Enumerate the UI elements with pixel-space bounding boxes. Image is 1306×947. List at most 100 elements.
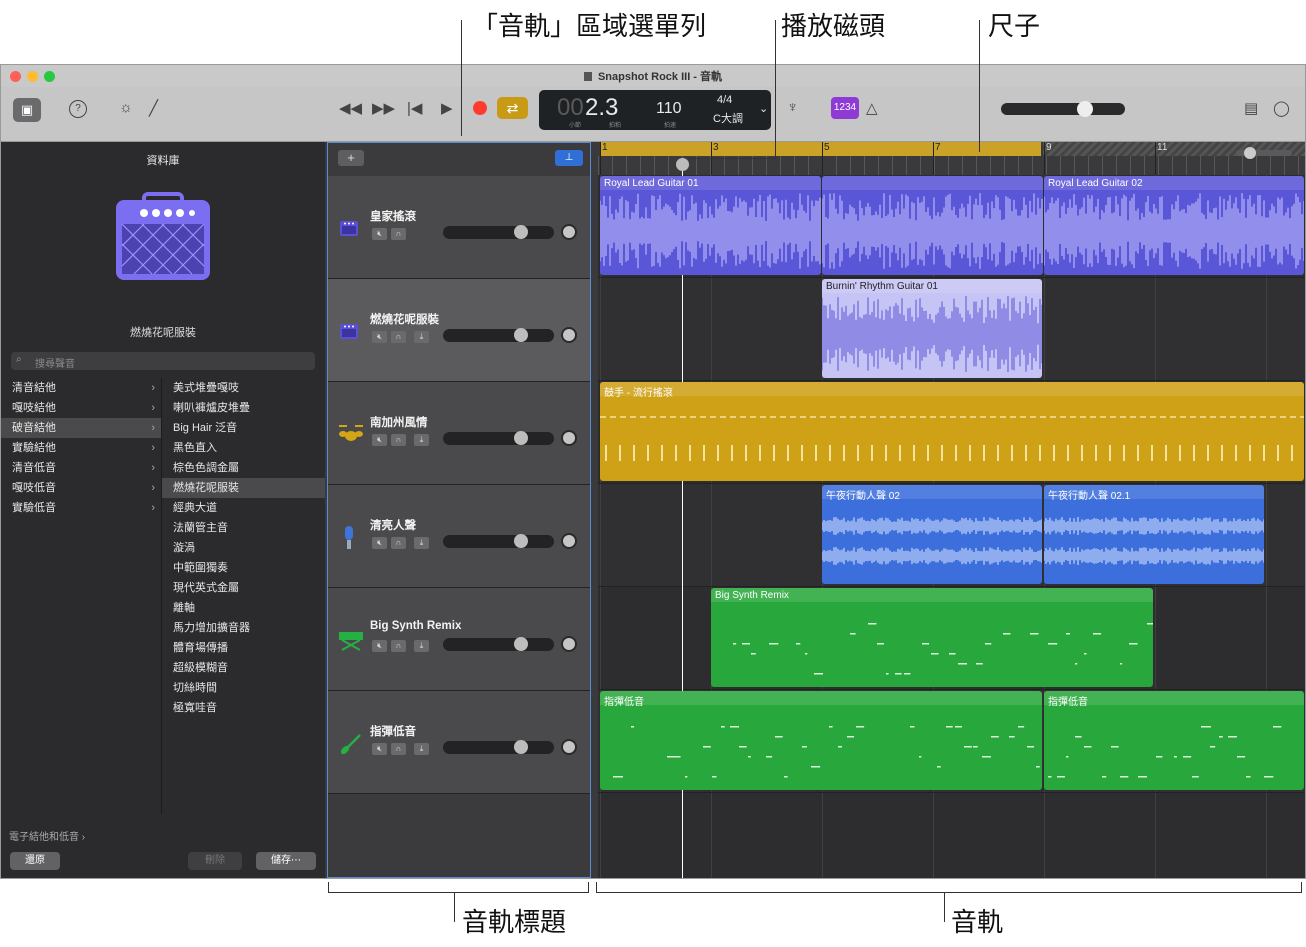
search-field[interactable]: ⌕ 搜尋聲音 <box>11 352 315 370</box>
headphones-icon[interactable]: ∩ <box>391 434 406 446</box>
play-icon[interactable]: ▶ <box>441 99 453 117</box>
volume-slider[interactable] <box>443 740 554 754</box>
footer-path[interactable]: 電子結他和低音 › <box>9 828 85 843</box>
patch-item[interactable]: 離軸 <box>162 598 325 618</box>
patch-item[interactable]: 中範圍獨奏 <box>162 558 325 578</box>
patch-item[interactable]: 超級模糊音 <box>162 658 325 678</box>
region[interactable]: 午夜行動人聲 02.1 <box>1044 485 1264 584</box>
patch-item[interactable]: 美式堆疊嘎吱 <box>162 378 325 398</box>
category-item[interactable]: 嘎吱結他 › <box>1 398 161 418</box>
volume-knob[interactable] <box>514 637 528 651</box>
patch-item[interactable]: 法蘭管主音 <box>162 518 325 538</box>
help-icon[interactable]: ? <box>69 100 87 118</box>
headphones-icon[interactable]: ∩ <box>391 743 406 755</box>
volume-slider[interactable] <box>443 637 554 651</box>
rewind-icon[interactable]: ◀◀ <box>339 99 362 117</box>
master-volume-knob[interactable] <box>1077 101 1093 117</box>
tuner-icon[interactable]: ♆ <box>787 99 798 116</box>
volume-knob[interactable] <box>514 328 528 342</box>
master-volume-slider[interactable] <box>1001 101 1125 117</box>
patch-item[interactable]: 喇叭褲爐皮堆疊 <box>162 398 325 418</box>
volume-knob[interactable] <box>514 225 528 239</box>
region[interactable]: 午夜行動人聲 02 <box>822 485 1042 584</box>
region[interactable]: 指彈低音 <box>600 691 1042 790</box>
zoom-slider[interactable] <box>1236 147 1292 159</box>
fast-forward-icon[interactable]: ▶▶ <box>372 99 395 117</box>
pan-knob[interactable] <box>561 224 577 240</box>
volume-slider[interactable] <box>443 534 554 548</box>
record-button[interactable] <box>473 101 487 115</box>
record-enable-icon[interactable]: ⤓ <box>414 434 429 446</box>
region[interactable]: Royal Lead Guitar 02 <box>1044 176 1304 275</box>
mute-icon[interactable]: 🔇︎ <box>372 228 387 240</box>
notepad-icon[interactable]: ▤ <box>1244 99 1258 117</box>
track-header[interactable]: 燃燒花呢服裝 🔇︎ ∩ ⤓ <box>328 279 590 382</box>
region[interactable]: 鼓手 - 流行搖滾 <box>600 382 1304 481</box>
patch-item[interactable]: 馬力增加擴音器 <box>162 618 325 638</box>
region[interactable] <box>822 176 1043 275</box>
add-track-button[interactable]: + <box>338 150 364 166</box>
record-enable-icon[interactable]: ⤓ <box>414 640 429 652</box>
mute-icon[interactable]: 🔇︎ <box>372 434 387 446</box>
volume-knob[interactable] <box>514 534 528 548</box>
headphones-icon[interactable]: ∩ <box>391 640 406 652</box>
library-toggle-icon[interactable]: ▣ <box>13 98 41 122</box>
record-enable-icon[interactable]: ⤓ <box>414 331 429 343</box>
volume-slider[interactable] <box>443 431 554 445</box>
mute-icon[interactable]: 🔇︎ <box>372 537 387 549</box>
mute-icon[interactable]: 🔇︎ <box>372 640 387 652</box>
track-header[interactable]: 指彈低音 🔇︎ ∩ ⤓ <box>328 691 590 794</box>
volume-knob[interactable] <box>514 431 528 445</box>
headphones-icon[interactable]: ∩ <box>391 228 406 240</box>
region[interactable]: Big Synth Remix <box>711 588 1153 687</box>
cycle-region[interactable] <box>600 142 1041 156</box>
delete-button[interactable]: 刪除 <box>188 852 242 870</box>
pan-knob[interactable] <box>561 533 577 549</box>
volume-slider[interactable] <box>443 328 554 342</box>
lcd-display[interactable]: 00 2.3 小節 拍粕 110 拍速 4/4 C大調 ⌄ <box>539 90 771 130</box>
region[interactable]: Burnin' Rhythm Guitar 01 <box>822 279 1042 378</box>
track-lane[interactable] <box>598 793 1305 878</box>
track-header[interactable]: 南加州風情 🔇︎ ∩ ⤓ <box>328 382 590 485</box>
smart-controls-icon[interactable]: ☼ <box>119 99 133 116</box>
category-item[interactable]: 實驗低音 › <box>1 498 161 518</box>
record-enable-icon[interactable]: ⤓ <box>414 743 429 755</box>
go-to-beginning-icon[interactable]: |◀ <box>407 99 422 117</box>
metronome-icon[interactable]: △ <box>866 99 878 117</box>
track-header[interactable]: Big Synth Remix 🔇︎ ∩ ⤓ <box>328 588 590 691</box>
patch-item[interactable]: 極寬哇音 <box>162 698 325 718</box>
category-item[interactable]: 嘎吱低音 › <box>1 478 161 498</box>
patch-item[interactable]: 經典大道 <box>162 498 325 518</box>
patch-item[interactable]: Big Hair 泛音 <box>162 418 325 438</box>
headphones-icon[interactable]: ∩ <box>391 331 406 343</box>
patch-item[interactable]: 現代英式金屬 <box>162 578 325 598</box>
mute-icon[interactable]: 🔇︎ <box>372 743 387 755</box>
pan-knob[interactable] <box>561 430 577 446</box>
editors-icon[interactable]: ╱ <box>149 99 158 117</box>
smart-tempo-button[interactable]: ⊥ <box>555 150 583 166</box>
record-enable-icon[interactable]: ⤓ <box>414 537 429 549</box>
patch-item[interactable]: 黑色直入 <box>162 438 325 458</box>
pan-knob[interactable] <box>561 327 577 343</box>
category-item[interactable]: 實驗結他 › <box>1 438 161 458</box>
track-header[interactable]: 皇家搖滾 🔇︎ ∩ <box>328 176 590 279</box>
ruler[interactable]: 1 3 5 7 9 11 <box>598 142 1305 176</box>
patch-item[interactable]: 體育場傳播 <box>162 638 325 658</box>
patch-item[interactable]: 漩渦 <box>162 538 325 558</box>
patch-item[interactable]: 燃燒花呢服裝 <box>162 478 325 498</box>
lcd-menu-chevron-icon[interactable]: ⌄ <box>759 102 768 115</box>
playhead-handle[interactable] <box>676 158 689 171</box>
pan-knob[interactable] <box>561 636 577 652</box>
region[interactable]: Royal Lead Guitar 01 <box>600 176 821 275</box>
cycle-button[interactable]: ⇄ <box>497 97 528 119</box>
patch-item[interactable]: 切絲時間 <box>162 678 325 698</box>
volume-slider[interactable] <box>443 225 554 239</box>
pan-knob[interactable] <box>561 739 577 755</box>
track-header[interactable]: 清亮人聲 🔇︎ ∩ ⤓ <box>328 485 590 588</box>
category-item[interactable]: 清音低音 › <box>1 458 161 478</box>
loop-browser-icon[interactable]: ◯ <box>1273 99 1290 117</box>
region[interactable]: 指彈低音 <box>1044 691 1304 790</box>
category-item[interactable]: 清音結他 › <box>1 378 161 398</box>
category-item[interactable]: 破音結他 › <box>1 418 161 438</box>
headphones-icon[interactable]: ∩ <box>391 537 406 549</box>
